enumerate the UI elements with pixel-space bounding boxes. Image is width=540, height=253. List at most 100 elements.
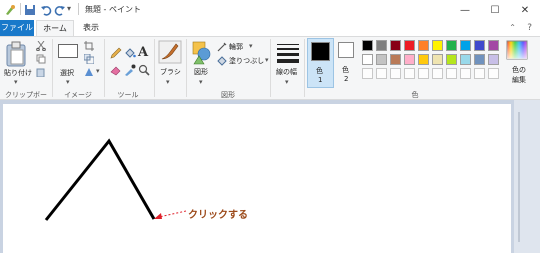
palette-color-swatch[interactable] [432,40,443,51]
rotate-icon[interactable] [84,67,94,77]
custom-color-slot[interactable] [390,68,401,79]
redo-icon[interactable] [54,4,66,16]
line-width-label: 線の幅 [276,68,297,76]
palette-color-swatch[interactable] [404,54,415,65]
palette-color-swatch[interactable] [474,40,485,51]
rotate-dropdown-icon[interactable]: ▾ [96,67,100,75]
fill-icon [217,56,227,66]
color-picker-icon[interactable] [124,64,136,76]
shapes-dropdown-icon[interactable]: ▾ [199,78,203,86]
shapes-gallery-button[interactable] [191,40,213,66]
color2-button[interactable]: 色 2 [336,38,358,88]
custom-color-slot[interactable] [460,68,471,79]
eraser-icon[interactable] [110,64,122,76]
ribbon: 貼り付け ▾ クリップボード 選択 ▾ ▾ イメージ A ツール [0,36,540,109]
color2-swatch [338,42,354,58]
palette-color-swatch[interactable] [460,40,471,51]
palette-color-swatch[interactable] [460,54,471,65]
line-width-button[interactable] [276,42,300,64]
palette-color-swatch[interactable] [432,54,443,65]
color-palette [362,40,504,88]
palette-color-swatch[interactable] [488,40,499,51]
palette-color-swatch[interactable] [474,54,485,65]
minimize-button[interactable]: — [450,0,480,20]
vertical-scrollbar[interactable] [514,100,540,253]
fill-bucket-icon[interactable] [124,47,136,59]
undo-icon[interactable] [40,4,52,16]
magnifier-icon[interactable] [138,64,150,76]
line-width-icon [277,44,299,63]
brushes-dropdown-icon[interactable]: ▾ [166,78,170,86]
palette-color-swatch[interactable] [404,40,415,51]
drawing-canvas[interactable] [3,104,511,253]
close-button[interactable]: ✕ [510,0,540,20]
shapes-group-label: 図形 [221,91,235,99]
line-width-dropdown-icon[interactable]: ▾ [285,78,289,86]
title-bar: ▾ 無題 - ペイント — ☐ ✕ [0,0,540,20]
select-rect-icon[interactable] [58,44,78,58]
save-icon[interactable] [24,4,36,16]
custom-color-slot[interactable] [376,68,387,79]
tools-group-label: ツール [117,91,139,99]
palette-color-swatch[interactable] [418,40,429,51]
fill-button[interactable]: 塗りつぶし [229,56,264,66]
canvas-drawing [44,138,187,221]
custom-color-slot[interactable] [362,68,373,79]
paste-dropdown-icon[interactable]: ▾ [14,78,18,86]
resize-icon[interactable] [83,53,95,65]
tab-view[interactable]: 表示 [76,20,106,36]
shapes-label: 図形 [194,68,208,76]
image-group-label: イメージ [64,91,92,99]
palette-color-swatch[interactable] [418,54,429,65]
palette-color-swatch[interactable] [390,54,401,65]
palette-color-swatch[interactable] [376,54,387,65]
paint-app-icon [4,4,16,16]
rainbow-icon [506,40,528,60]
ribbon-collapse-icon[interactable]: ⌃ [509,23,516,32]
custom-color-slot[interactable] [404,68,415,79]
color1-number: 1 [318,76,323,84]
crop-icon[interactable] [84,41,94,51]
palette-color-swatch[interactable] [446,54,457,65]
brushes-button[interactable] [158,40,182,64]
clipboard-icon [6,41,26,67]
click-annotation: クリックする [188,210,248,221]
tab-home[interactable]: ホーム [36,20,74,36]
custom-color-slot[interactable] [418,68,429,79]
custom-color-slot[interactable] [474,68,485,79]
outline-dropdown-icon[interactable]: ▾ [249,42,253,50]
shapes-icon [192,41,211,65]
palette-color-swatch[interactable] [362,54,373,65]
paste-button[interactable] [4,41,30,69]
custom-color-slot[interactable] [432,68,443,79]
custom-color-slot[interactable] [488,68,499,79]
window-title: 無題 - ペイント [85,5,141,14]
pencil-icon[interactable] [110,47,122,59]
edit-colors-button[interactable] [506,40,528,60]
edit-colors-label: 色の編集 [512,66,526,84]
tab-file[interactable]: ファイル [0,20,34,36]
outline-button[interactable]: 輪郭 [229,42,243,52]
color1-button[interactable]: 色 1 [307,38,334,88]
palette-color-swatch[interactable] [362,40,373,51]
brushes-label: ブラシ [160,68,181,76]
select-dropdown-icon[interactable]: ▾ [66,78,70,86]
copy-icon[interactable] [36,54,46,64]
palette-color-swatch[interactable] [488,54,499,65]
cut-icon[interactable] [36,40,46,52]
color2-label: 色 [342,66,349,74]
palette-color-swatch[interactable] [376,40,387,51]
text-tool-icon[interactable]: A [138,45,148,60]
custom-color-slot[interactable] [446,68,457,79]
help-icon[interactable]: ? [527,23,532,33]
palette-color-swatch[interactable] [390,40,401,51]
fill-dropdown-icon[interactable]: ▾ [265,56,269,64]
brush-icon [158,40,182,64]
colors-group-label: 色 [411,91,419,99]
select-label: 選択 [60,69,74,77]
maximize-button[interactable]: ☐ [480,0,510,20]
color1-swatch [311,42,330,61]
palette-color-swatch[interactable] [446,40,457,51]
paste-small-icon[interactable] [36,67,46,78]
color2-number: 2 [344,75,349,83]
